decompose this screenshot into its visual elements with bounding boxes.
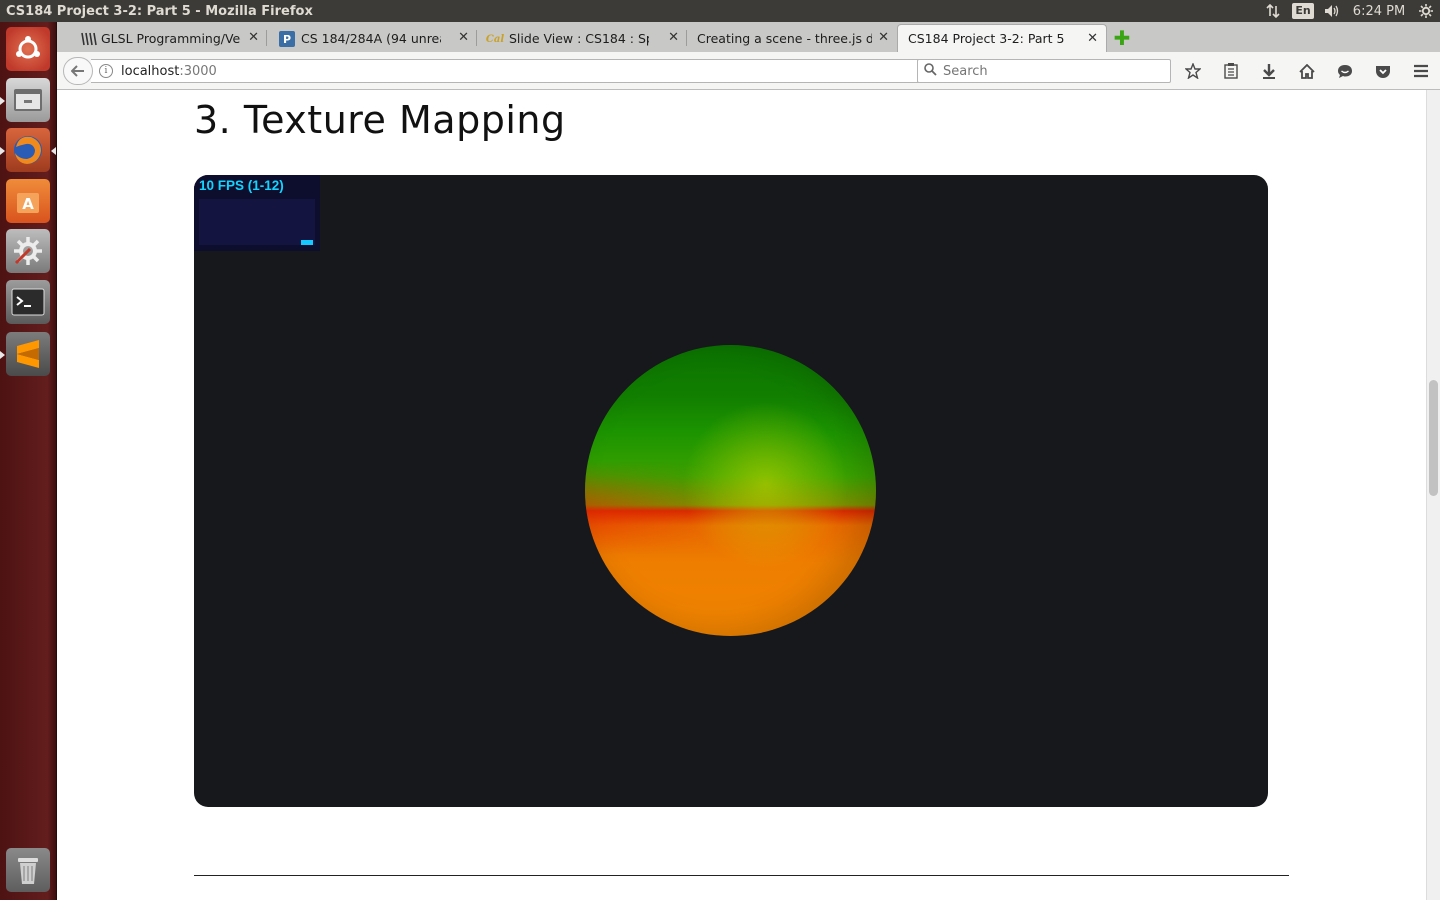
launcher-running-indicator: [0, 97, 5, 105]
keyboard-language-indicator[interactable]: En: [1288, 0, 1318, 22]
search-bar[interactable]: [917, 59, 1171, 83]
system-tray: En 6:24 PM: [1258, 0, 1440, 22]
terminal-icon[interactable]: [6, 280, 50, 324]
bookmark-star-icon[interactable]: [1174, 59, 1212, 83]
menu-hamburger-icon[interactable]: [1402, 59, 1440, 83]
page-content: 3. Texture Mapping 10 FPS (1-12): [57, 90, 1426, 900]
pocket-icon[interactable]: [1364, 59, 1402, 83]
software-center-icon[interactable]: A: [6, 179, 50, 223]
download-icon[interactable]: [1250, 59, 1288, 83]
svg-text:A: A: [22, 195, 34, 213]
scrollbar-thumb[interactable]: [1429, 380, 1438, 496]
volume-icon[interactable]: [1318, 0, 1346, 22]
navigation-bar: i localhost:3000 ↻: [57, 52, 1440, 90]
tab-glsl[interactable]: GLSL Programming/Vec... ✕: [57, 24, 267, 52]
cal-favicon-icon: Cal: [485, 33, 505, 45]
tab-label: Slide View : CS184 : Spri...: [509, 30, 649, 46]
sublime-text-icon[interactable]: [6, 332, 50, 376]
toolbar-icons: [1174, 59, 1440, 83]
stats-panel[interactable]: 10 FPS (1-12): [194, 175, 320, 251]
webgl-canvas[interactable]: 10 FPS (1-12): [194, 175, 1268, 807]
tab-close-icon[interactable]: ✕: [878, 30, 889, 45]
vertical-scrollbar[interactable]: [1426, 90, 1440, 900]
tab-close-icon[interactable]: ✕: [668, 30, 679, 45]
ubuntu-dash-icon[interactable]: [6, 27, 50, 71]
tab-close-icon[interactable]: ✕: [1087, 31, 1098, 46]
fps-graph: [199, 199, 315, 245]
tab-label: CS 184/284A (94 unread): [301, 30, 441, 46]
site-info-icon[interactable]: i: [99, 64, 113, 78]
search-icon: [924, 62, 937, 80]
url-port: :3000: [179, 63, 217, 79]
network-icon[interactable]: [1258, 0, 1288, 22]
window-title: CS184 Project 3-2: Part 5 - Mozilla Fire…: [6, 3, 313, 19]
reading-list-icon[interactable]: [1212, 59, 1250, 83]
tab-label: Creating a scene - three.js d...: [697, 30, 872, 46]
wikibooks-favicon-icon: [81, 31, 97, 47]
firefox-icon[interactable]: [6, 128, 50, 172]
tab-close-icon[interactable]: ✕: [248, 30, 259, 45]
tab-cs184-project[interactable]: CS184 Project 3-2: Part 5 ✕: [897, 24, 1107, 52]
search-input[interactable]: [943, 63, 1163, 79]
clock[interactable]: 6:24 PM: [1346, 0, 1412, 22]
launcher-running-indicator: [0, 147, 5, 155]
piazza-favicon-icon: P: [279, 31, 295, 47]
back-button[interactable]: [63, 57, 93, 85]
url-bar[interactable]: i localhost:3000 ↻: [91, 59, 964, 83]
section-divider: [194, 875, 1289, 876]
textured-sphere: [585, 345, 876, 636]
tab-label: CS184 Project 3-2: Part 5: [908, 31, 1065, 46]
new-tab-plus-icon[interactable]: ✚: [1107, 24, 1137, 52]
fps-readout: 10 FPS (1-12): [199, 178, 284, 193]
url-text[interactable]: localhost:3000: [121, 64, 217, 79]
url-host: localhost: [121, 63, 180, 79]
session-gear-icon[interactable]: [1412, 0, 1440, 22]
tab-strip: GLSL Programming/Vec... ✕ P CS 184/284A …: [57, 22, 1440, 52]
tab-piazza[interactable]: P CS 184/284A (94 unread) ✕: [267, 24, 477, 52]
tab-close-icon[interactable]: ✕: [458, 30, 469, 45]
tab-label: GLSL Programming/Vec...: [101, 30, 241, 46]
files-icon[interactable]: [6, 78, 50, 122]
top-panel: CS184 Project 3-2: Part 5 - Mozilla Fire…: [0, 0, 1440, 22]
tab-threejs[interactable]: Creating a scene - three.js d... ✕: [687, 24, 897, 52]
hello-chat-icon[interactable]: [1326, 59, 1364, 83]
launcher-focused-indicator: [51, 147, 56, 155]
tab-slide-view[interactable]: Cal Slide View : CS184 : Spri... ✕: [477, 24, 687, 52]
launcher-running-indicator: [0, 351, 5, 359]
home-icon[interactable]: [1288, 59, 1326, 83]
system-settings-icon[interactable]: [6, 229, 50, 273]
trash-icon[interactable]: [6, 848, 50, 892]
fps-graph-bars: [301, 240, 313, 245]
page-title: 3. Texture Mapping: [194, 98, 566, 142]
launcher: A: [0, 22, 57, 900]
